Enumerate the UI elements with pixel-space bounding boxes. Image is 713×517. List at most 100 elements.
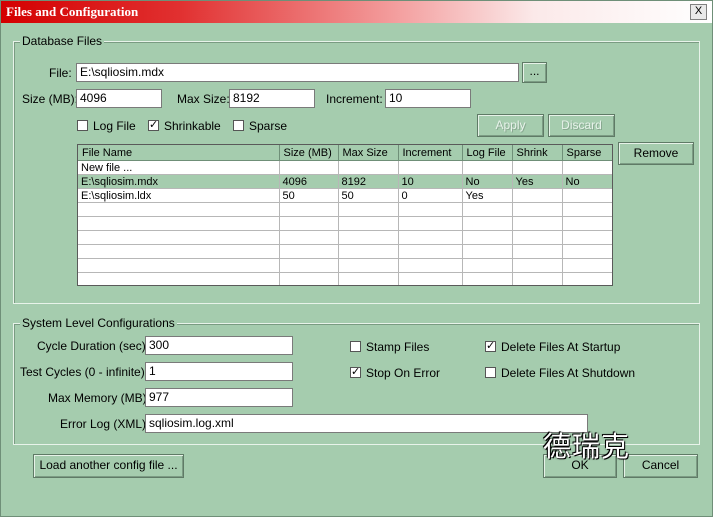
column-header[interactable]: Size (MB) <box>279 145 339 161</box>
stop-on-error-checkbox[interactable]: ✓ <box>350 367 361 378</box>
table-cell <box>78 202 280 217</box>
cancel-button[interactable]: Cancel <box>623 454 698 478</box>
table-cell <box>562 188 612 203</box>
size-input[interactable]: 4096 <box>76 89 162 108</box>
delete-startup-checkbox[interactable]: ✓ <box>485 341 496 352</box>
log-file-label: Log File <box>93 119 136 133</box>
table-cell <box>338 202 399 217</box>
table-cell <box>512 160 563 175</box>
table-cell: 4096 <box>279 174 339 189</box>
table-cell <box>279 216 339 231</box>
stamp-files-label: Stamp Files <box>366 340 430 354</box>
column-header[interactable]: File Name <box>78 145 280 161</box>
delete-shutdown-checkbox[interactable] <box>485 367 496 378</box>
table-row[interactable] <box>78 230 612 245</box>
table-header-row: File Name Size (MB) Max Size Increment L… <box>78 145 612 161</box>
table-cell <box>398 202 463 217</box>
apply-button[interactable]: Apply <box>477 114 544 137</box>
discard-button[interactable]: Discard <box>548 114 615 137</box>
size-label: Size (MB): <box>22 92 79 106</box>
table-cell <box>562 202 612 217</box>
sparse-label: Sparse <box>249 119 288 133</box>
table-cell <box>398 160 463 175</box>
table-row[interactable] <box>78 272 612 285</box>
table-cell: No <box>462 174 513 189</box>
table-cell <box>338 230 399 245</box>
delete-startup-label: Delete Files At Startup <box>501 340 621 354</box>
table-cell <box>512 258 563 273</box>
table-cell <box>462 160 513 175</box>
increment-label: Increment: <box>326 92 383 106</box>
table-row[interactable] <box>78 216 612 231</box>
table-cell <box>512 230 563 245</box>
table-cell <box>462 244 513 259</box>
table-cell <box>78 216 280 231</box>
table-cell <box>398 272 463 285</box>
file-label: File: <box>49 66 72 80</box>
remove-button[interactable]: Remove <box>618 142 694 165</box>
table-cell <box>562 258 612 273</box>
column-header[interactable]: Sparse <box>562 145 612 161</box>
table-cell <box>562 272 612 285</box>
table-cell: E:\sqliosim.mdx <box>78 174 280 189</box>
table-cell <box>398 216 463 231</box>
table-cell <box>279 272 339 285</box>
column-header[interactable]: Log File <box>462 145 513 161</box>
table-cell <box>338 216 399 231</box>
column-header[interactable]: Shrink <box>512 145 563 161</box>
browse-button[interactable]: ... <box>522 62 547 83</box>
table-cell: No <box>562 174 612 189</box>
table-row[interactable]: New file ... <box>78 160 612 175</box>
title-bar[interactable]: Files and Configuration X <box>1 1 712 23</box>
table-cell: Yes <box>512 174 563 189</box>
shrinkable-checkbox[interactable]: ✓ <box>148 120 159 131</box>
table-cell: E:\sqliosim.ldx <box>78 188 280 203</box>
table-row[interactable] <box>78 244 612 259</box>
file-input[interactable]: E:\sqliosim.mdx <box>76 63 519 82</box>
table-cell: 0 <box>398 188 463 203</box>
table-cell <box>78 230 280 245</box>
table-cell <box>512 202 563 217</box>
table-cell <box>338 244 399 259</box>
table-cell <box>462 202 513 217</box>
close-button[interactable]: X <box>690 4 707 20</box>
table-cell <box>512 188 563 203</box>
table-cell: Yes <box>462 188 513 203</box>
cycle-duration-label: Cycle Duration (sec): <box>37 339 150 353</box>
max-size-input[interactable]: 8192 <box>229 89 315 108</box>
table-cell <box>78 244 280 259</box>
table-row[interactable]: E:\sqliosim.mdx 4096 8192 10 No Yes No <box>78 174 612 189</box>
table-cell: 50 <box>338 188 399 203</box>
table-cell <box>398 258 463 273</box>
stop-on-error-label: Stop On Error <box>366 366 441 380</box>
test-cycles-input[interactable]: 1 <box>145 362 293 381</box>
system-config-group-label: System Level Configurations <box>20 316 177 330</box>
error-log-input[interactable]: sqliosim.log.xml <box>145 414 588 433</box>
table-cell <box>512 272 563 285</box>
files-configuration-dialog: Files and Configuration X Database Files… <box>0 0 713 517</box>
max-memory-input[interactable]: 977 <box>145 388 293 407</box>
table-cell <box>279 160 339 175</box>
table-cell <box>562 244 612 259</box>
sparse-checkbox[interactable] <box>233 120 244 131</box>
table-row[interactable] <box>78 258 612 273</box>
table-cell <box>562 160 612 175</box>
table-cell <box>562 230 612 245</box>
table-row[interactable] <box>78 202 612 217</box>
table-cell <box>562 216 612 231</box>
watermark-text: 德瑞克 <box>543 430 631 463</box>
cycle-duration-input[interactable]: 300 <box>145 336 293 355</box>
table-cell <box>462 258 513 273</box>
column-header[interactable]: Increment <box>398 145 463 161</box>
increment-input[interactable]: 10 <box>385 89 471 108</box>
table-cell <box>279 244 339 259</box>
column-header[interactable]: Max Size <box>338 145 399 161</box>
database-files-table[interactable]: File Name Size (MB) Max Size Increment L… <box>77 144 613 286</box>
log-file-checkbox[interactable] <box>77 120 88 131</box>
stamp-files-checkbox[interactable] <box>350 341 361 352</box>
error-log-label: Error Log (XML): <box>60 417 150 431</box>
test-cycles-label: Test Cycles (0 - infinite): <box>20 365 149 379</box>
delete-shutdown-label: Delete Files At Shutdown <box>501 366 636 380</box>
load-config-button[interactable]: Load another config file ... <box>33 454 184 478</box>
table-row[interactable]: E:\sqliosim.ldx 50 50 0 Yes <box>78 188 612 203</box>
